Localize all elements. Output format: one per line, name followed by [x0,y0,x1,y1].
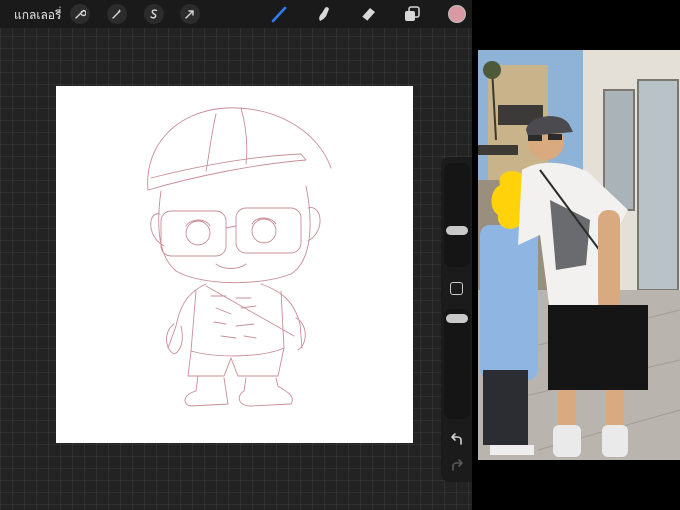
gallery-button[interactable]: แกลเลอรี่ [14,6,61,25]
modify-button[interactable] [450,282,463,295]
canvas-area[interactable]: แกลเลอรี่ [0,0,472,510]
transform-icon[interactable] [180,4,200,24]
eraser-icon[interactable] [358,4,378,24]
brush-size-handle[interactable] [446,226,468,235]
brush-size-slider[interactable] [444,163,470,267]
brush-icon[interactable] [270,4,290,24]
top-toolbar: แกลเลอรี่ [0,0,472,28]
magic-wand-icon[interactable] [107,4,127,24]
layers-icon[interactable] [402,4,422,24]
reference-photo [478,50,680,460]
opacity-slider[interactable] [444,309,470,419]
opacity-handle[interactable] [446,314,468,323]
drawing-canvas[interactable] [56,86,413,443]
color-picker-button[interactable] [448,5,466,23]
smudge-icon[interactable] [314,4,334,24]
selection-icon[interactable] [144,4,164,24]
chibi-sketch [147,107,332,407]
redo-icon[interactable] [447,458,467,474]
undo-icon[interactable] [447,432,467,448]
wrench-icon[interactable] [70,4,90,24]
sidebar-panel [441,157,472,482]
